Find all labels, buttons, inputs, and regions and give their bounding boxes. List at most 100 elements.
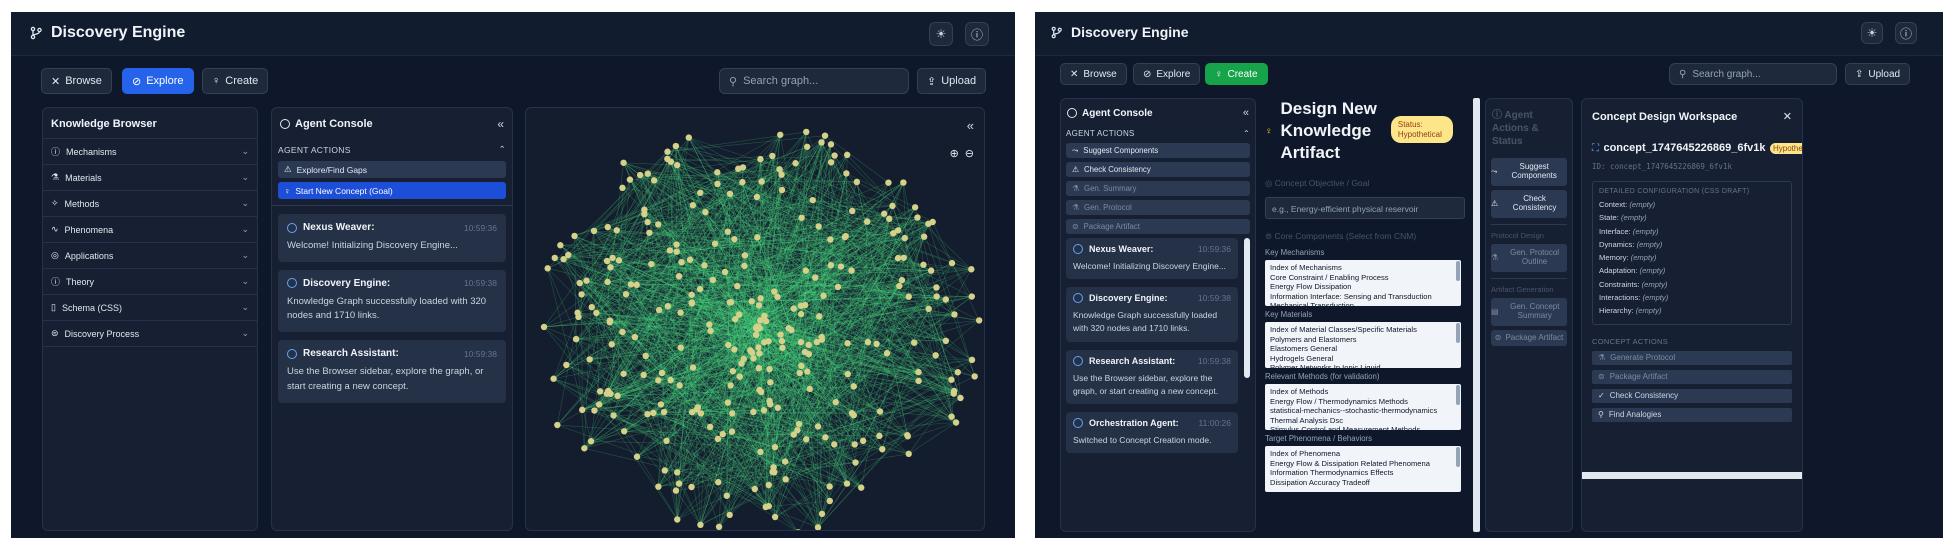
graph-node[interactable] — [672, 142, 680, 150]
graph-node[interactable] — [676, 382, 683, 389]
graph-node[interactable] — [702, 208, 709, 216]
graph-node[interactable] — [776, 166, 783, 173]
theme-toggle-button[interactable]: ☀ — [929, 22, 953, 46]
graph-node[interactable] — [894, 254, 902, 262]
graph-node[interactable] — [752, 331, 760, 339]
gen-protocol-button[interactable]: ⚗ Gen. Protocol — [1066, 200, 1250, 215]
graph-node[interactable] — [674, 516, 681, 523]
graph-node[interactable] — [655, 483, 662, 490]
graph-node[interactable] — [731, 316, 739, 323]
graph-node[interactable] — [952, 419, 960, 426]
graph-node[interactable] — [757, 295, 764, 302]
graph-node[interactable] — [971, 373, 978, 380]
graph-node[interactable] — [898, 276, 906, 284]
graph-node[interactable] — [774, 293, 781, 301]
graph-node[interactable] — [709, 276, 717, 284]
graph-node[interactable] — [613, 227, 620, 234]
graph-node[interactable] — [801, 301, 809, 309]
collapse-graph-icon[interactable]: « — [936, 118, 974, 133]
graph-node[interactable] — [550, 375, 557, 382]
graph-node[interactable] — [834, 283, 842, 291]
graph-node[interactable] — [790, 305, 797, 312]
graph-node[interactable] — [595, 401, 603, 408]
graph-node[interactable] — [607, 390, 614, 398]
graph-node[interactable] — [633, 453, 641, 460]
graph-node[interactable] — [802, 267, 809, 274]
graph-node[interactable] — [832, 399, 839, 406]
graph-node[interactable] — [831, 441, 838, 448]
graph-node[interactable] — [933, 284, 940, 291]
graph-node[interactable] — [910, 339, 918, 346]
graph-node[interactable] — [686, 256, 694, 263]
graph-node[interactable] — [667, 376, 674, 384]
graph-node[interactable] — [725, 341, 732, 349]
zoom-in-icon[interactable]: ⊕ — [950, 147, 959, 160]
graph-node[interactable] — [565, 251, 572, 259]
graph-node[interactable] — [820, 292, 827, 299]
graph-node[interactable] — [757, 155, 764, 163]
graph-node[interactable] — [583, 277, 590, 284]
graph-node[interactable] — [650, 409, 657, 417]
graph-node[interactable] — [740, 355, 747, 363]
listbox-option[interactable]: Energy Flow / Thermodynamics Methods — [1270, 397, 1456, 406]
graph-node[interactable] — [883, 350, 891, 357]
graph-node[interactable] — [715, 479, 722, 486]
graph-node[interactable] — [706, 321, 713, 328]
graph-node[interactable] — [724, 228, 731, 235]
graph-node[interactable] — [640, 371, 647, 379]
listbox-option[interactable]: Index of Material Classes/Specific Mater… — [1270, 325, 1456, 334]
upload-button[interactable]: ⇪ Upload — [917, 68, 987, 94]
graph-node[interactable] — [822, 434, 829, 441]
graph-node[interactable] — [889, 202, 896, 210]
scrollbar[interactable] — [1244, 238, 1250, 378]
graph-node[interactable] — [677, 344, 684, 351]
graph-node[interactable] — [968, 293, 975, 300]
graph-node[interactable] — [757, 317, 764, 324]
knowledge-graph[interactable] — [526, 108, 985, 531]
graph-node[interactable] — [954, 369, 961, 376]
component-listbox[interactable]: Index of Material Classes/Specific Mater… — [1265, 322, 1461, 369]
graph-node[interactable] — [818, 139, 825, 146]
graph-node[interactable] — [782, 476, 789, 483]
info-button[interactable]: ⓘ — [965, 22, 989, 46]
kb-item-materials[interactable]: ⚗ Materials ⌄ — [43, 165, 257, 191]
graph-node[interactable] — [950, 387, 958, 395]
search-input[interactable]: ⚲ Search graph... — [719, 68, 909, 94]
graph-node[interactable] — [751, 485, 758, 493]
graph-node[interactable] — [727, 298, 735, 306]
listbox-option[interactable]: Index of Methods — [1270, 387, 1456, 396]
graph-node[interactable] — [615, 257, 623, 264]
graph-node[interactable] — [777, 131, 784, 138]
graph-node[interactable] — [593, 309, 600, 317]
graph-node[interactable] — [689, 364, 697, 371]
graph-node[interactable] — [758, 178, 765, 185]
graph-node[interactable] — [574, 309, 581, 316]
graph-node[interactable] — [756, 350, 763, 357]
listbox-option[interactable]: Mechanical Transduction — [1270, 301, 1456, 306]
graph-node[interactable] — [664, 302, 672, 310]
graph-node[interactable] — [757, 448, 764, 456]
listbox-scrollbar[interactable] — [1456, 447, 1460, 468]
generate-protocol-button[interactable]: ⚗ Generate Protocol — [1592, 350, 1792, 365]
graph-node[interactable] — [655, 377, 662, 384]
graph-node[interactable] — [707, 327, 714, 335]
graph-node[interactable] — [641, 210, 648, 218]
graph-node[interactable] — [770, 464, 777, 471]
graph-node[interactable] — [723, 492, 730, 499]
graph-node[interactable] — [715, 523, 723, 530]
graph-node[interactable] — [739, 178, 746, 186]
graph-node[interactable] — [797, 310, 805, 318]
graph-node[interactable] — [925, 305, 932, 313]
graph-node[interactable] — [920, 233, 928, 240]
graph-node[interactable] — [771, 443, 779, 451]
graph-node[interactable] — [942, 337, 950, 345]
listbox-scrollbar[interactable] — [1456, 385, 1460, 406]
graph-node[interactable] — [642, 352, 649, 360]
graph-node[interactable] — [721, 268, 729, 276]
kb-item-schema-css[interactable]: ▯ Schema (CSS) ⌄ — [43, 295, 257, 321]
graph-node[interactable] — [843, 480, 851, 487]
graph-node[interactable] — [754, 234, 761, 241]
graph-node[interactable] — [896, 282, 903, 290]
graph-node[interactable] — [724, 399, 732, 406]
graph-node[interactable] — [587, 438, 595, 445]
